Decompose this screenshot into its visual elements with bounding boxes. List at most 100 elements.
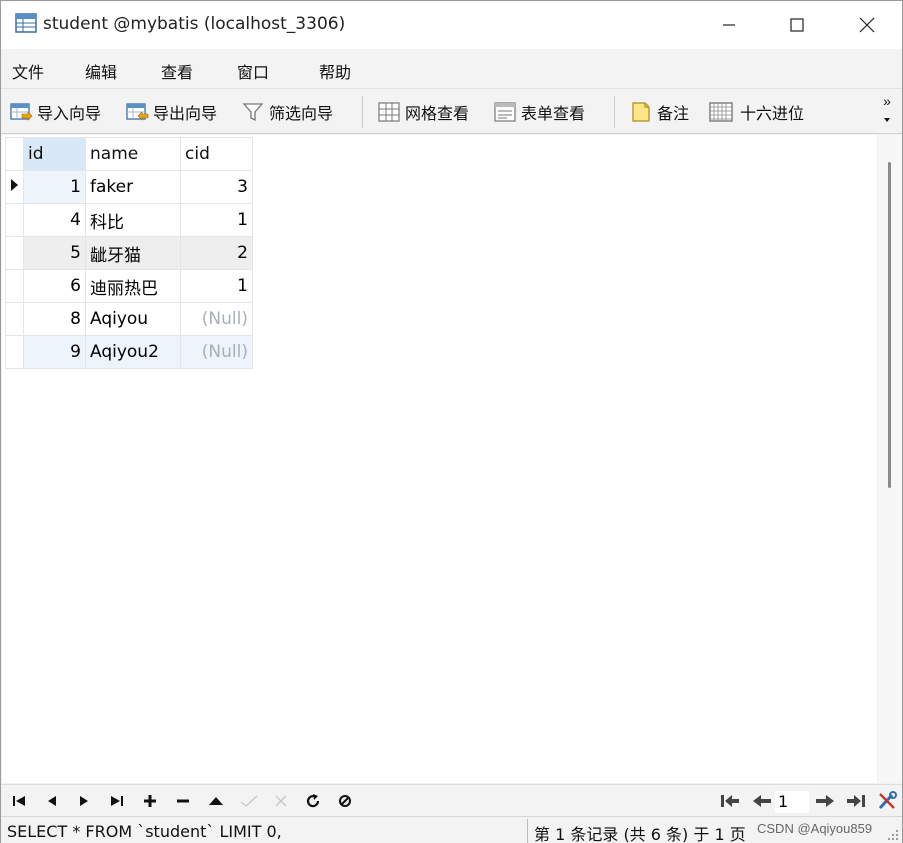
row-selector[interactable]	[5, 170, 24, 204]
edit-record-button[interactable]	[206, 792, 226, 810]
discard-changes-button[interactable]	[271, 792, 291, 810]
apply-changes-button[interactable]	[239, 792, 259, 810]
row-selector[interactable]	[5, 236, 24, 270]
last-icon	[111, 796, 123, 806]
cell-name[interactable]: faker	[85, 170, 181, 204]
next-icon	[80, 796, 88, 806]
last-page-icon	[847, 795, 865, 807]
form-view-button[interactable]: 表单查看	[493, 99, 585, 125]
form-icon	[494, 102, 516, 122]
row-selector[interactable]	[5, 335, 24, 369]
menu-edit[interactable]: 编辑	[85, 59, 117, 83]
stop-button[interactable]	[335, 792, 355, 810]
cell-cid[interactable]: 2	[180, 236, 253, 270]
row-selector[interactable]	[5, 269, 24, 303]
first-page-icon	[721, 795, 739, 807]
maximize-button[interactable]	[774, 9, 820, 41]
data-grid[interactable]: id name cid 1 faker 3 4 科比 1 5 龇牙猫 2 6 迪…	[2, 135, 877, 783]
filter-icon	[242, 103, 264, 122]
first-page-button[interactable]	[719, 792, 741, 810]
cell-cid[interactable]: 1	[180, 203, 253, 237]
resize-grip-icon[interactable]	[887, 829, 899, 841]
grid-view-button[interactable]: 网格查看	[377, 99, 469, 125]
cell-cid-null[interactable]: (Null)	[180, 302, 253, 336]
cell-name[interactable]: Aqiyou2	[85, 335, 181, 369]
last-page-button[interactable]	[845, 792, 867, 810]
first-record-button[interactable]	[9, 792, 29, 810]
status-divider	[527, 819, 528, 843]
check-icon	[240, 795, 258, 807]
cell-name[interactable]: 科比	[85, 203, 181, 237]
row-selector[interactable]	[5, 302, 24, 336]
next-page-button[interactable]	[814, 792, 836, 810]
memo-button[interactable]: 备注	[629, 99, 689, 125]
row-selector[interactable]	[5, 203, 24, 237]
prev-icon	[48, 796, 56, 806]
filter-wizard-button[interactable]: 筛选向导	[241, 99, 333, 125]
first-icon	[13, 796, 25, 806]
menu-file[interactable]: 文件	[12, 59, 44, 83]
table-row[interactable]: 5 龇牙猫 2	[5, 236, 253, 270]
next-record-button[interactable]	[74, 792, 94, 810]
hex-button[interactable]: 十六进位	[708, 99, 804, 125]
cell-cid[interactable]: 1	[180, 269, 253, 303]
minimize-button[interactable]	[706, 9, 752, 41]
maximize-icon	[790, 18, 804, 32]
form-view-label: 表单查看	[521, 104, 586, 123]
cell-name[interactable]: Aqiyou	[85, 302, 181, 336]
cell-id[interactable]: 6	[23, 269, 86, 303]
refresh-button[interactable]	[303, 792, 323, 810]
add-record-button[interactable]	[140, 792, 160, 810]
cell-name[interactable]: 龇牙猫	[85, 236, 181, 270]
up-triangle-icon	[209, 797, 223, 805]
delete-record-button[interactable]	[173, 792, 193, 810]
cell-id[interactable]: 4	[23, 203, 86, 237]
cell-id[interactable]: 1	[23, 170, 86, 204]
memo-icon	[632, 102, 650, 122]
plus-icon	[144, 795, 156, 807]
hex-label: 十六进位	[740, 104, 805, 123]
prev-page-button[interactable]	[751, 792, 773, 810]
menu-window[interactable]: 窗口	[237, 59, 269, 83]
scrollbar-thumb[interactable]	[888, 162, 891, 488]
table-icon	[15, 13, 37, 33]
page-number-input[interactable]: 1	[775, 791, 809, 813]
import-wizard-button[interactable]: 导入向导	[9, 99, 101, 125]
menu-bar: 文件 编辑 查看 窗口 帮助	[1, 49, 902, 89]
vertical-scrollbar[interactable]	[878, 135, 902, 783]
cell-cid[interactable]: 3	[180, 170, 253, 204]
table-row[interactable]: 8 Aqiyou (Null)	[5, 302, 253, 336]
sql-query-text: SELECT * FROM `student` LIMIT 0,	[7, 822, 282, 841]
tools-icon	[878, 791, 897, 810]
toolbar-overflow-button[interactable]: »	[879, 92, 895, 128]
import-wizard-label: 导入向导	[37, 104, 102, 123]
export-wizard-button[interactable]: 导出向导	[125, 99, 217, 125]
table-row[interactable]: 1 faker 3	[5, 170, 253, 204]
table-row[interactable]: 6 迪丽热巴 1	[5, 269, 253, 303]
title-bar: student @mybatis (localhost_3306)	[1, 1, 902, 49]
menu-help[interactable]: 帮助	[319, 59, 351, 83]
cell-id[interactable]: 9	[23, 335, 86, 369]
table-row[interactable]: 4 科比 1	[5, 203, 253, 237]
column-header-id[interactable]: id	[23, 137, 86, 171]
menu-view[interactable]: 查看	[161, 59, 193, 83]
row-header-corner[interactable]	[5, 137, 24, 171]
memo-label: 备注	[657, 104, 690, 123]
toolbar-divider	[362, 96, 363, 128]
close-button[interactable]	[844, 9, 890, 41]
table-row[interactable]: 9 Aqiyou2 (Null)	[5, 335, 253, 369]
toolbar-more-label: »	[883, 93, 891, 109]
column-header-cid[interactable]: cid	[180, 137, 253, 171]
minus-icon	[177, 799, 189, 803]
close-icon	[859, 17, 875, 33]
cell-cid-null[interactable]: (Null)	[180, 335, 253, 369]
cell-name[interactable]: 迪丽热巴	[85, 269, 181, 303]
page-settings-button[interactable]	[875, 791, 899, 810]
cell-id[interactable]: 8	[23, 302, 86, 336]
status-bar: SELECT * FROM `student` LIMIT 0, 第 1 条记录…	[1, 816, 902, 843]
watermark-text: CSDN @Aqiyou859	[757, 821, 873, 836]
column-header-name[interactable]: name	[85, 137, 181, 171]
cell-id[interactable]: 5	[23, 236, 86, 270]
last-record-button[interactable]	[107, 792, 127, 810]
prev-record-button[interactable]	[42, 792, 62, 810]
